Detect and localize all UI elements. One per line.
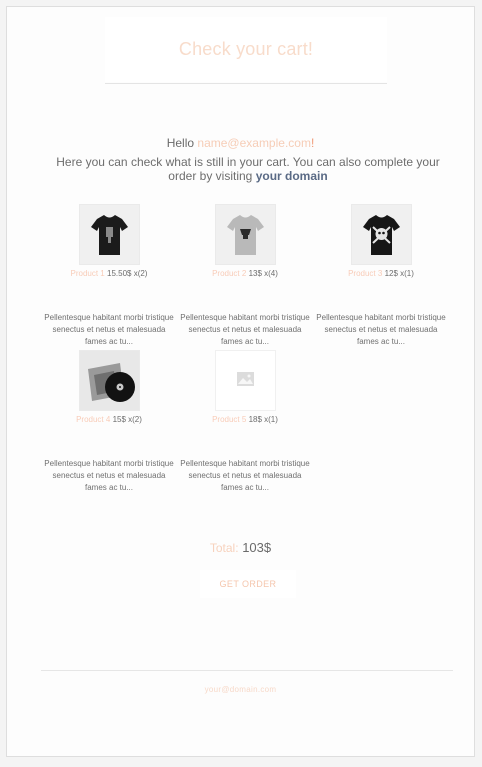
- intro-body: Here you can check what is still in your…: [56, 155, 440, 183]
- black-tshirt-icon[interactable]: [78, 204, 140, 265]
- get-order-button[interactable]: GET ORDER: [200, 570, 296, 598]
- vinyl-record-icon[interactable]: [78, 350, 140, 411]
- product-card[interactable]: Product 3 12$ x(1) Pellentesque habitant…: [316, 204, 446, 348]
- cart-total: Total: 103$: [7, 540, 474, 555]
- product-card[interactable]: Product 1 15.50$ x(2) Pellentesque habit…: [44, 204, 174, 348]
- black-skull-tshirt-icon[interactable]: [350, 204, 412, 265]
- product-card[interactable]: Product 2 13$ x(4) Pellentesque habitant…: [180, 204, 310, 348]
- domain-link[interactable]: your domain: [256, 169, 328, 183]
- product-price-line: Product 1 15.50$ x(2): [44, 269, 174, 278]
- product-price: 12$ x(1): [384, 269, 414, 278]
- product-description: Pellentesque habitant morbi tristique se…: [180, 459, 310, 492]
- total-label: Total:: [209, 541, 239, 555]
- greeting-email[interactable]: name@example.com: [197, 136, 311, 150]
- product-description: Pellentesque habitant morbi tristique se…: [44, 459, 174, 492]
- grey-tshirt-icon[interactable]: [214, 204, 276, 265]
- product-price-line: Product 4 15$ x(2): [44, 415, 174, 424]
- page-title: Check your cart!: [178, 39, 314, 59]
- intro-text: Here you can check what is still in your…: [43, 155, 453, 183]
- product-price-line: Product 5 18$ x(1): [180, 415, 310, 424]
- product-name[interactable]: Product 1: [71, 269, 105, 278]
- product-card[interactable]: Product 5 18$ x(1) Pellentesque habitant…: [180, 350, 310, 494]
- product-card[interactable]: Product 4 15$ x(2) Pellentesque habitant…: [44, 350, 174, 494]
- header: Check your cart!: [105, 17, 387, 82]
- product-name[interactable]: Product 3: [348, 269, 382, 278]
- divider: [105, 83, 387, 84]
- total-value: 103$: [242, 540, 272, 555]
- product-description: Pellentesque habitant morbi tristique se…: [44, 313, 174, 346]
- product-description: Pellentesque habitant morbi tristique se…: [180, 313, 310, 346]
- product-price-line: Product 2 13$ x(4): [180, 269, 310, 278]
- email-frame: Check your cart! Hello name@example.com!…: [6, 6, 475, 757]
- product-description: Pellentesque habitant morbi tristique se…: [316, 313, 446, 346]
- product-price: 15.50$ x(2): [107, 269, 148, 278]
- product-price: 13$ x(4): [248, 269, 278, 278]
- product-name[interactable]: Product 5: [212, 415, 246, 424]
- greeting-exclaim: !: [310, 136, 315, 150]
- image-placeholder-icon[interactable]: [214, 350, 276, 411]
- product-price: 15$ x(2): [112, 415, 142, 424]
- divider: [41, 670, 453, 671]
- greeting-hello: Hello: [166, 136, 195, 150]
- product-name[interactable]: Product 2: [212, 269, 246, 278]
- product-name[interactable]: Product 4: [76, 415, 110, 424]
- product-price-line: Product 3 12$ x(1): [316, 269, 446, 278]
- footer-link[interactable]: your@domain.com: [7, 685, 474, 694]
- greeting: Hello name@example.com!: [7, 136, 474, 150]
- product-price: 18$ x(1): [248, 415, 278, 424]
